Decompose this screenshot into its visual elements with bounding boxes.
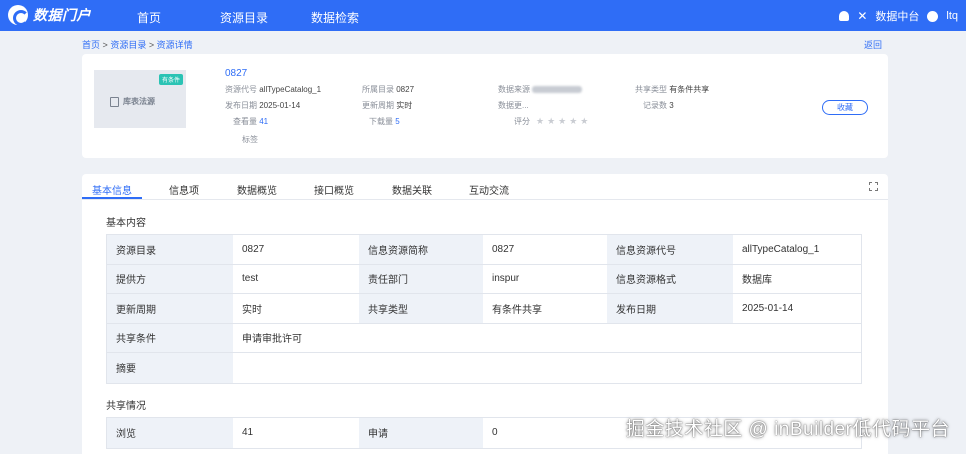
platform-link[interactable]: 数据中台 — [875, 8, 919, 24]
nav-data-search[interactable]: 数据检索 — [311, 9, 359, 26]
breadcrumb: 首页 > 资源目录 > 资源详情 — [82, 40, 193, 50]
fullscreen-icon[interactable] — [869, 182, 878, 191]
top-navbar: 数据门户 首页 资源目录 数据检索 ✕ 数据中台 ltq — [0, 0, 966, 31]
resource-summary-card: 有条件 库表法源 0827 资源代号 allTypeCatalog_1 所属目录… — [82, 54, 888, 158]
avatar[interactable] — [927, 10, 939, 22]
share-section-title: 共享情况 — [106, 401, 146, 412]
basic-section-title: 基本内容 — [106, 218, 146, 229]
meta-tags: 标签 — [242, 135, 258, 144]
meta-views: 查看量 41 — [233, 117, 269, 126]
user-name[interactable]: ltq — [946, 10, 958, 22]
tab-data-relation[interactable]: 数据关联 — [392, 182, 432, 197]
resource-detail-card: 基本信息 信息项 数据概览 接口概览 数据关联 互动交流 基本内容 资源目录 0… — [82, 174, 888, 454]
table-row: 共享条件 申请审批许可 — [107, 323, 861, 353]
breadcrumb-current: 资源详情 — [156, 40, 193, 50]
share-badge: 有条件 — [158, 74, 183, 85]
platform-icon: ✕ — [857, 9, 868, 23]
table-row: 资源目录 0827 信息资源简称 0827 信息资源代号 allTypeCata… — [107, 235, 861, 265]
active-tab-indicator — [82, 197, 142, 199]
tab-basic-info[interactable]: 基本信息 — [92, 182, 132, 197]
resource-thumbnail: 有条件 库表法源 — [94, 70, 186, 128]
table-row: 摘要 — [107, 353, 861, 383]
tab-api-overview[interactable]: 接口概览 — [314, 182, 354, 197]
breadcrumb-home[interactable]: 首页 — [82, 40, 100, 50]
watermark-text: 掘金技术社区 @ inBuilder低代码平台 — [625, 419, 950, 440]
meta-dir: 所属目录 0827 — [362, 85, 415, 94]
table-row: 更新周期 实时 共享类型 有条件共享 发布日期 2025-01-14 — [107, 294, 861, 324]
app-title: 数据门户 — [33, 7, 91, 23]
meta-pub-date: 发布日期 2025-01-14 — [225, 101, 301, 110]
meta-code: 资源代号 allTypeCatalog_1 — [225, 85, 322, 94]
meta-source: 数据来源 — [498, 84, 583, 95]
resource-name[interactable]: 0827 — [225, 68, 247, 79]
thumbnail-label: 库表法源 — [110, 96, 155, 107]
breadcrumb-catalog[interactable]: 资源目录 — [110, 40, 146, 50]
meta-records: 记录数 3 — [643, 101, 674, 110]
meta-downloads: 下载量 5 — [369, 117, 400, 126]
document-icon — [110, 96, 119, 107]
source-redacted — [532, 86, 583, 94]
tab-data-overview[interactable]: 数据概览 — [237, 182, 277, 197]
meta-cycle: 更新周期 实时 — [362, 101, 413, 110]
basic-info-table: 资源目录 0827 信息资源简称 0827 信息资源代号 allTypeCata… — [106, 234, 862, 384]
nav-resource-catalog[interactable]: 资源目录 — [220, 9, 268, 26]
nav-home[interactable]: 首页 — [137, 9, 161, 26]
rating-stars[interactable]: ★★★★★ — [536, 116, 591, 127]
user-area: ✕ 数据中台 ltq — [839, 8, 958, 24]
back-link[interactable]: 返回 — [864, 38, 882, 51]
tab-interaction[interactable]: 互动交流 — [469, 182, 509, 197]
table-row: 提供方 test 责任部门 inspur 信息资源格式 数据库 — [107, 264, 861, 294]
bell-icon[interactable] — [839, 11, 850, 21]
meta-rating: 评分 ★★★★★ — [514, 116, 592, 127]
detail-tabs: 基本信息 信息项 数据概览 接口概览 数据关联 互动交流 — [82, 174, 888, 200]
tab-info-items[interactable]: 信息项 — [169, 182, 199, 197]
collect-button[interactable]: 收藏 — [822, 100, 868, 115]
logo-icon — [8, 5, 29, 26]
app-logo[interactable]: 数据门户 — [8, 5, 91, 26]
meta-share-type: 共享类型 有条件共享 — [635, 85, 710, 94]
meta-update: 数据更... — [498, 101, 529, 110]
